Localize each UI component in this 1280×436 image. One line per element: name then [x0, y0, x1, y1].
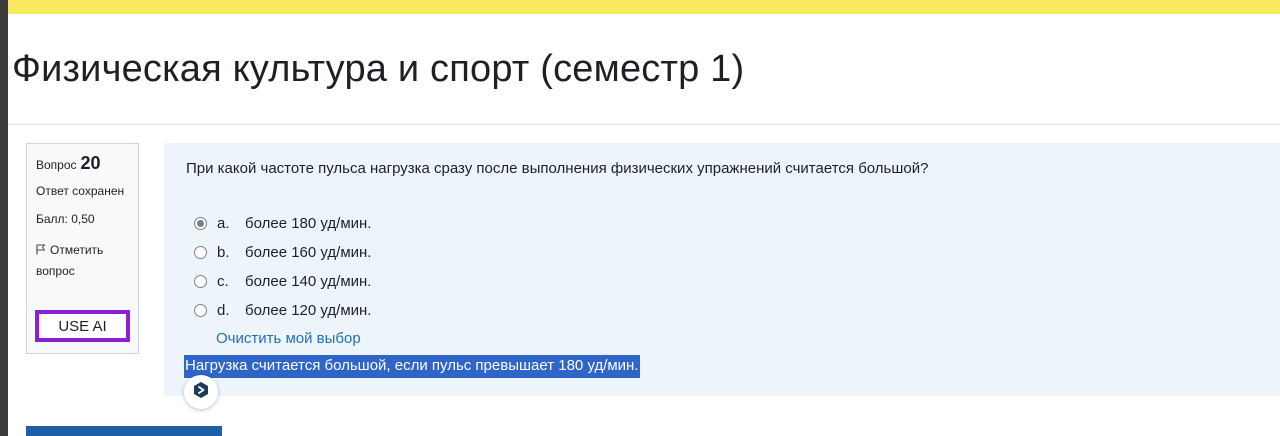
question-number-value: 20 [80, 153, 101, 173]
answer-letter: c. [217, 273, 229, 290]
question-text: При какой частоте пульса нагрузка сразу … [186, 160, 929, 177]
header-divider [8, 124, 1280, 125]
radio-button-b[interactable] [194, 246, 207, 259]
answer-option-c[interactable]: c. более 140 уд/мин. [194, 267, 371, 296]
question-grade: Балл: 0,50 [36, 212, 95, 226]
answer-text: более 160 уд/мин. [245, 244, 372, 261]
question-content: При какой частоте пульса нагрузка сразу … [164, 143, 1280, 396]
answer-text: более 120 уд/мин. [245, 302, 372, 319]
top-banner [0, 0, 1280, 14]
answer-text: более 140 уд/мин. [245, 273, 372, 290]
radio-button-a[interactable] [194, 217, 207, 230]
ai-extension-icon [192, 381, 210, 404]
question-state: Ответ сохранен [36, 184, 125, 198]
question-info-panel: Вопрос 20 Ответ сохранен Балл: 0,50 Отмет… [26, 143, 139, 354]
ai-extension-button[interactable] [184, 375, 218, 409]
flag-icon [36, 241, 46, 261]
use-ai-button[interactable]: USE AI [35, 310, 130, 342]
radio-button-c[interactable] [194, 275, 207, 288]
question-label: Вопрос [36, 158, 77, 172]
clear-choice-link[interactable]: Очистить мой выбор [216, 330, 361, 347]
flag-question-label: Отметить вопрос [36, 243, 104, 278]
answer-option-d[interactable]: d. более 120 уд/мин. [194, 296, 371, 325]
answer-option-b[interactable]: b. более 160 уд/мин. [194, 238, 371, 267]
page-title: Физическая культура и спорт (семестр 1) [12, 48, 745, 90]
question-number: Вопрос 20 [36, 153, 101, 174]
window-edge [0, 0, 8, 436]
answer-letter: d. [217, 302, 230, 319]
quiz-page: Физическая культура и спорт (семестр 1) … [0, 0, 1280, 436]
answer-option-a[interactable]: a. более 180 уд/мин. [194, 209, 371, 238]
answer-letter: b. [217, 244, 230, 261]
answer-letter: a. [217, 215, 230, 232]
ai-answer-highlight: Нагрузка считается большой, если пульс п… [184, 355, 640, 378]
flag-question-link[interactable]: Отметить вопрос [36, 240, 132, 281]
next-page-button[interactable] [26, 426, 222, 436]
radio-button-d[interactable] [194, 304, 207, 317]
answer-list: a. более 180 уд/мин. b. более 160 уд/мин… [194, 209, 371, 325]
answer-text: более 180 уд/мин. [245, 215, 372, 232]
